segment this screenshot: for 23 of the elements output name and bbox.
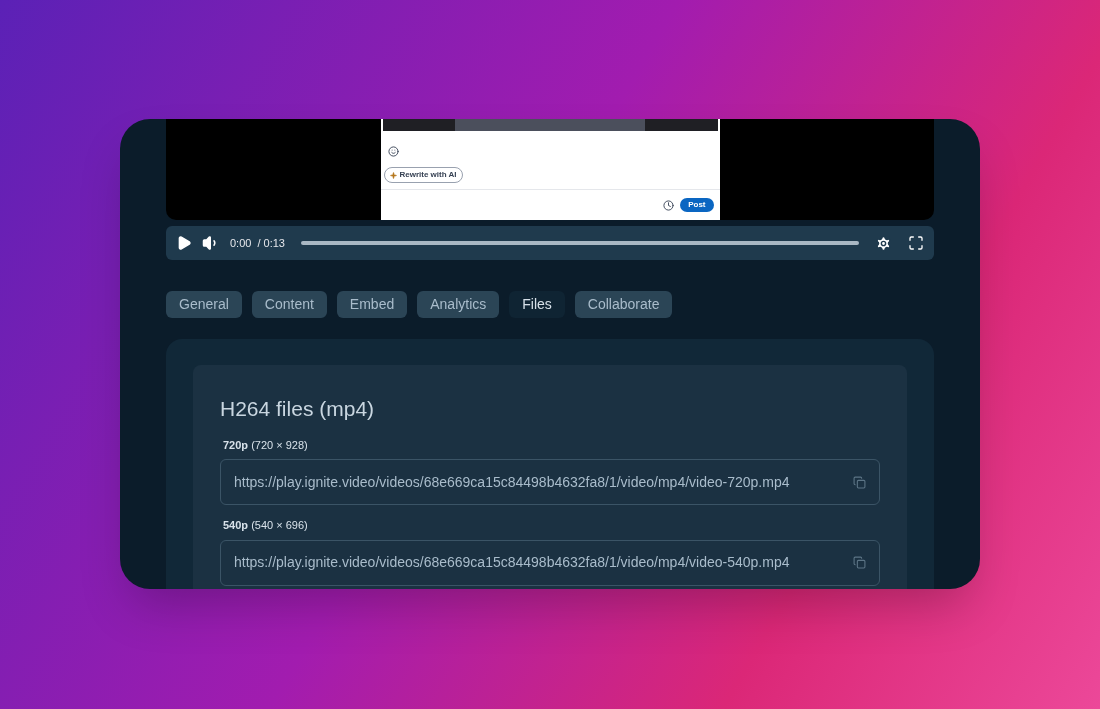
progress-track[interactable] (300, 241, 859, 245)
settings-icon[interactable] (875, 234, 892, 252)
copy-icon[interactable] (853, 475, 866, 489)
copy-icon[interactable] (853, 556, 866, 569)
url-field[interactable]: https://play.ignite.video/videos/68e669ca15c84498b4632fa8/1/video/mp4/video-720p.mp4 (220, 459, 880, 505)
tab[interactable]: Files (509, 291, 565, 318)
tab[interactable]: General (166, 291, 242, 318)
tab[interactable]: Collaborate (574, 291, 673, 318)
tab[interactable]: Analytics (417, 291, 500, 318)
tab[interactable]: Embed (336, 291, 408, 318)
fullscreen-icon[interactable] (908, 235, 924, 251)
post-button[interactable]: Post (680, 198, 714, 212)
play-icon[interactable] (176, 235, 192, 251)
file-label: 540p (540 × 696) (223, 518, 309, 533)
sparkle-icon (389, 171, 397, 179)
tab[interactable]: Content (251, 291, 327, 318)
duration: / 0:13 (257, 235, 285, 251)
current-time: 0:00 (230, 235, 252, 251)
section-title: H264 files (mp4) (220, 396, 376, 422)
file-label: 720p (720 × 928) (223, 437, 309, 453)
url-field[interactable]: https://play.ignite.video/videos/68e669ca15c84498b4632fa8/1/video/mp4/video-540p.mp4 (220, 539, 880, 586)
clock-icon[interactable] (663, 199, 675, 211)
emoji-icon[interactable] (387, 146, 399, 157)
